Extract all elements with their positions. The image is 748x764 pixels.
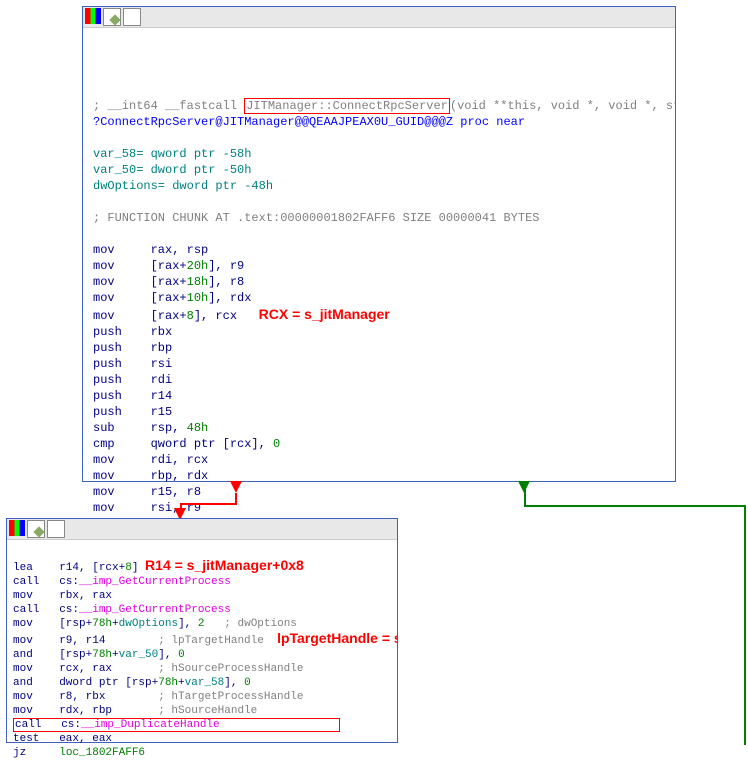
func-signature: ; __int64 __fastcall JITManager::Connect… <box>93 98 675 114</box>
asm-line: push rsi <box>93 357 172 371</box>
asm-line: and [rsp+78h+var_50], 0 <box>13 649 185 661</box>
colors-icon[interactable] <box>85 8 101 24</box>
node-content: lea r14, [rcx+8] R14 = s_jitManager+0x8 … <box>7 540 397 764</box>
func-chunk: ; FUNCTION CHUNK AT .text:00000001802FAF… <box>93 211 539 225</box>
asm-line: mov rax, rsp <box>93 243 208 257</box>
asm-line: mov [rax+8], rcx <box>93 309 237 323</box>
asm-line: mov rbx, rax <box>13 590 112 602</box>
asm-line: mov rcx, rax ; hSourceProcessHandle <box>13 663 303 675</box>
asm-line: push rbx <box>93 325 172 339</box>
disasm-node-1: ; __int64 __fastcall JITManager::Connect… <box>82 6 676 482</box>
asm-line: test eax, eax <box>13 733 112 745</box>
node-header <box>83 7 675 28</box>
class-method-highlight: JITManager::ConnectRpcServer <box>244 98 450 114</box>
edit-icon[interactable] <box>103 8 121 26</box>
local-var: dwOptions= dword ptr -48h <box>93 179 273 193</box>
local-var: var_50= dword ptr -50h <box>93 163 251 177</box>
proc-header: ?ConnectRpcServer@JITManager@@QEAAJPEAX0… <box>93 115 525 129</box>
colors-icon[interactable] <box>9 520 25 536</box>
edge-true-arrow <box>518 481 530 497</box>
node-header <box>7 519 397 540</box>
asm-line: mov r8, rbx ; hTargetProcessHandle <box>13 691 303 703</box>
asm-line: mov rdx, rbp ; hSourceHandle <box>13 705 257 717</box>
edge-false <box>180 503 237 505</box>
asm-line: cmp qword ptr [rcx], 0 <box>93 437 280 451</box>
asm-line: lea r14, [rcx+8] <box>13 562 138 574</box>
asm-line: mov [rax+20h], r9 <box>93 259 244 273</box>
asm-line: mov [rsp+78h+dwOptions], 2 ; dwOptions <box>13 618 297 630</box>
asm-line: mov r9, r14 ; lpTargetHandle <box>13 635 264 647</box>
asm-line: mov r15, r8 <box>93 485 201 499</box>
edge-false <box>235 493 237 503</box>
asm-line: and dword ptr [rsp+78h+var_58], 0 <box>13 677 251 689</box>
asm-line: mov [rax+10h], rdx <box>93 291 251 305</box>
disasm-node-2: lea r14, [rcx+8] R14 = s_jitManager+0x8 … <box>6 518 398 743</box>
annotation-target: lpTargetHandle = s_jitManager+0x8 <box>277 630 397 646</box>
node-content: ; __int64 __fastcall JITManager::Connect… <box>83 28 675 538</box>
asm-line: call cs:__imp_GetCurrentProcess <box>13 604 231 616</box>
asm-line-boxed: call cs:__imp_DuplicateHandle <box>13 718 340 732</box>
asm-line: mov rdi, rcx <box>93 453 208 467</box>
asm-line: mov [rax+18h], r8 <box>93 275 244 289</box>
asm-line: push r14 <box>93 389 172 403</box>
asm-line: jz loc_1802FAFF6 <box>13 747 145 759</box>
edge-true <box>744 505 746 745</box>
asm-line: push rdi <box>93 373 172 387</box>
asm-line: push r15 <box>93 405 172 419</box>
edit-icon[interactable] <box>27 520 45 538</box>
annotation-rcx: RCX = s_jitManager <box>259 306 390 322</box>
asm-line: call cs:__imp_GetCurrentProcess <box>13 576 231 588</box>
annotation-r14: R14 = s_jitManager+0x8 <box>145 557 304 573</box>
asm-line: sub rsp, 48h <box>93 421 208 435</box>
asm-line: push rbp <box>93 341 172 355</box>
asm-line: mov rbp, rdx <box>93 469 208 483</box>
edge-true <box>524 505 746 507</box>
tool-icon[interactable] <box>47 520 65 538</box>
tool-icon[interactable] <box>123 8 141 26</box>
local-var: var_58= qword ptr -58h <box>93 147 251 161</box>
